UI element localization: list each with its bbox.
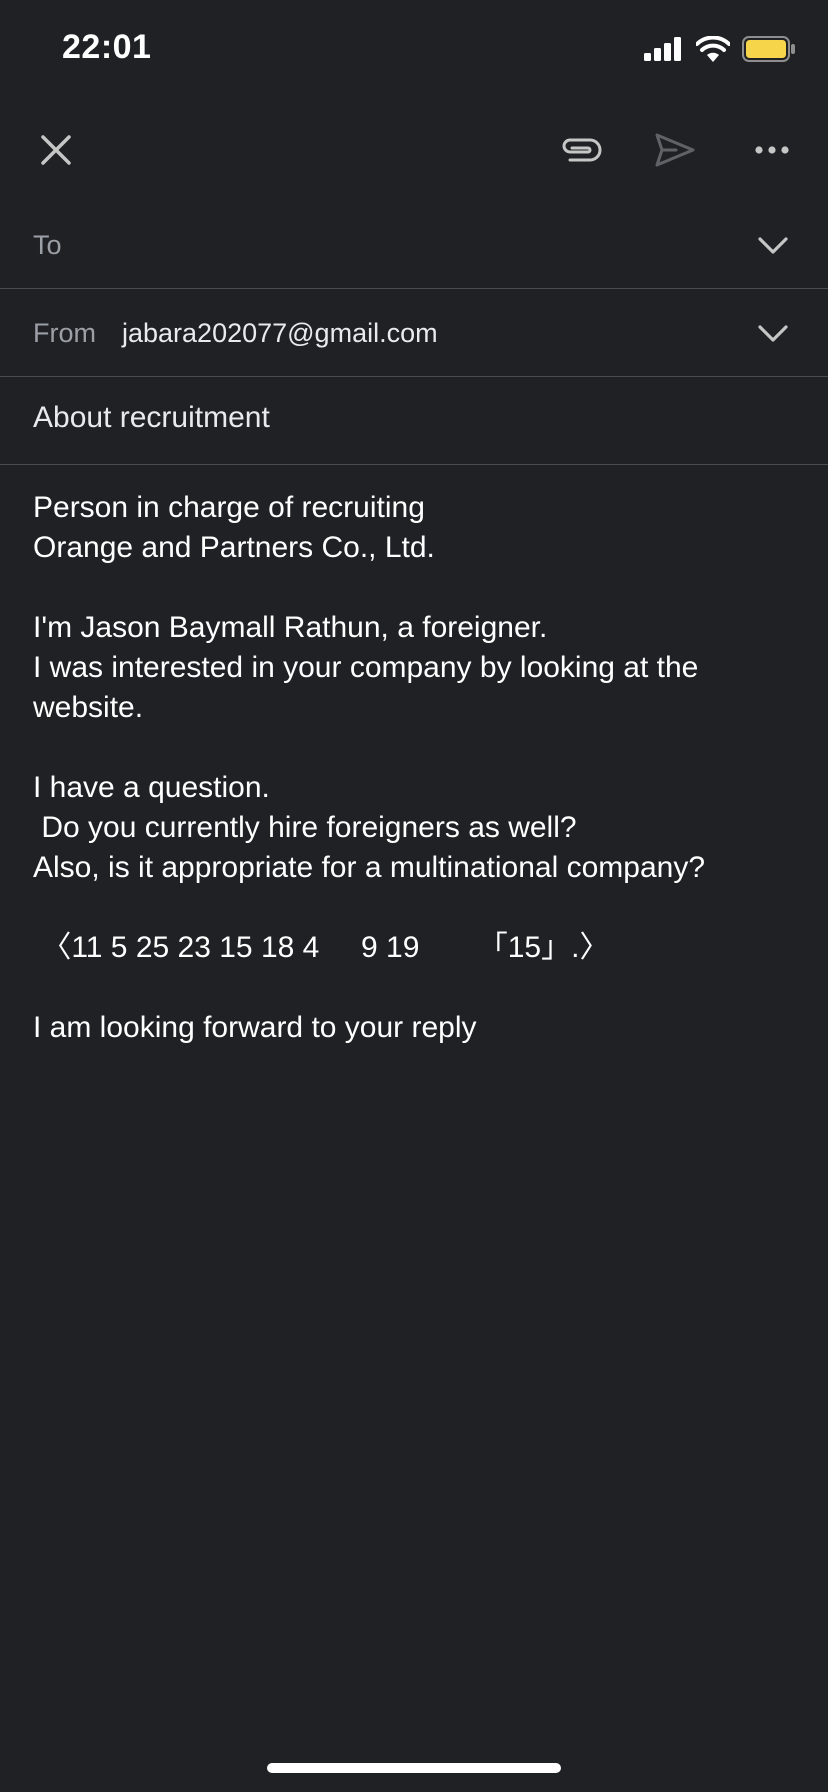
subject-row[interactable]: About recruitment [0, 377, 828, 465]
more-options-button[interactable] [742, 120, 802, 180]
status-time: 22:01 [62, 28, 152, 66]
body-line [33, 968, 803, 1008]
from-label: From [33, 318, 96, 348]
status-icons [644, 36, 796, 62]
message-body[interactable]: Person in charge of recruiting Orange an… [33, 488, 803, 1048]
body-line: 〈11 5 25 23 15 18 4 9 19 「15」.〉 [33, 931, 610, 964]
chevron-down-icon[interactable] [758, 236, 788, 256]
from-address[interactable]: jabara202077@gmail.com [122, 318, 438, 349]
body-line [33, 888, 803, 928]
to-label: To [33, 230, 62, 260]
close-icon [41, 135, 71, 165]
close-button[interactable] [26, 120, 86, 180]
send-icon [655, 133, 695, 167]
body-line: I have a question. [33, 771, 270, 804]
body-line: website. [33, 691, 144, 724]
attach-button[interactable] [550, 120, 610, 180]
subject-field[interactable]: About recruitment [33, 401, 270, 435]
from-row[interactable]: From jabara202077@gmail.com [0, 289, 828, 377]
body-line: Do you currently hire foreigners as well… [33, 811, 577, 844]
body-line: Person in charge of recruiting [33, 491, 425, 524]
paperclip-icon [562, 138, 602, 162]
send-button[interactable] [645, 120, 705, 180]
body-line: Orange and Partners Co., Ltd. [33, 531, 435, 564]
body-line: I am looking forward to your reply [33, 1011, 477, 1044]
battery-icon [742, 36, 795, 62]
status-bar: 22:01 [0, 0, 828, 100]
body-line: I'm Jason Baymall Rathun, a foreigner. [33, 611, 548, 644]
wifi-icon [696, 36, 730, 62]
signal-icon [644, 37, 681, 61]
body-line: I was interested in your company by look… [33, 651, 699, 684]
compose-toolbar [0, 100, 828, 190]
to-row[interactable]: To [0, 200, 828, 289]
body-line: Also, is it appropriate for a multinatio… [33, 851, 706, 884]
chevron-down-icon[interactable] [758, 324, 788, 344]
more-horizontal-icon [755, 146, 789, 154]
body-line [33, 568, 803, 608]
home-indicator[interactable] [267, 1763, 561, 1773]
body-line [33, 728, 803, 768]
